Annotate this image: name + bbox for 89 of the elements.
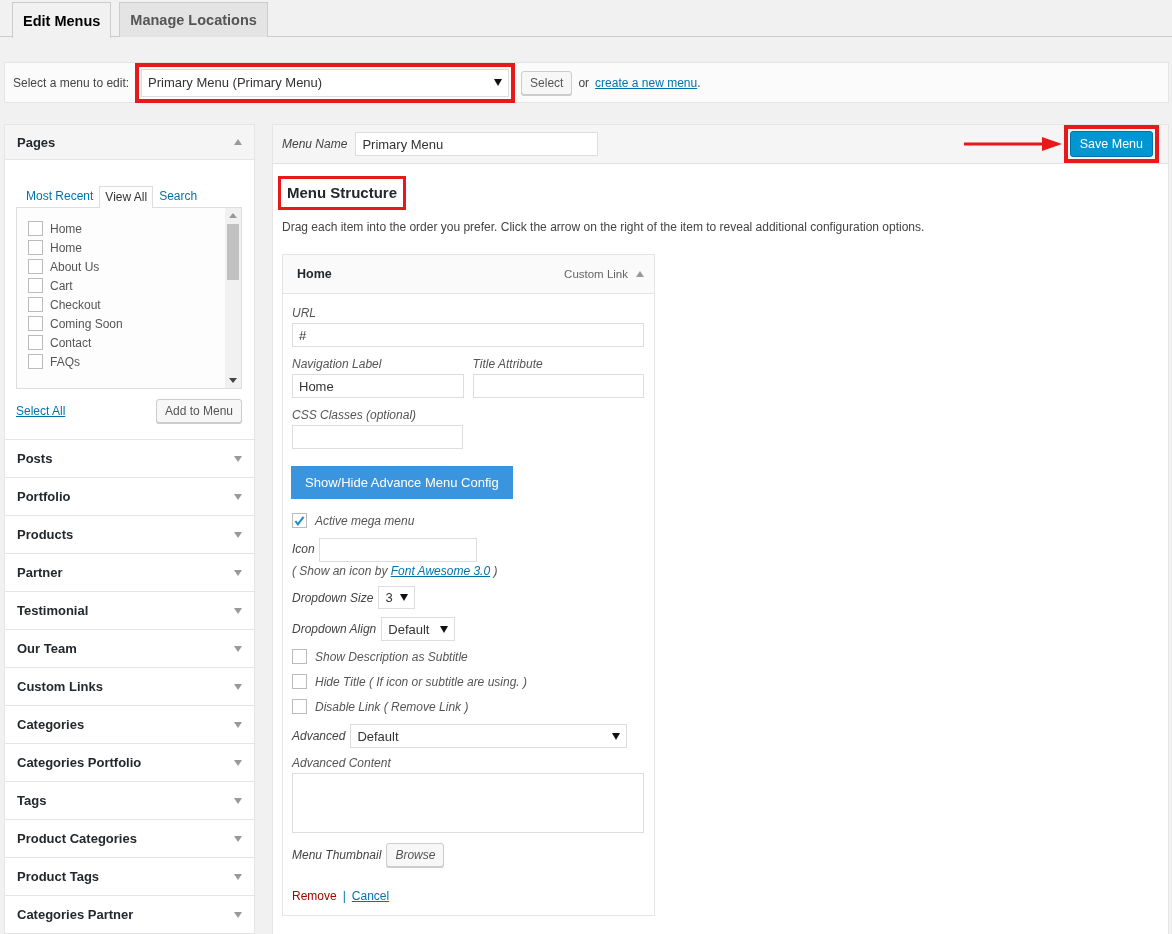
- help-text: Drag each item into the order you prefer. Click the arrow on the right of the item to reveal additional configuration options.: [282, 220, 926, 234]
- option-label: Hide Title ( If icon or subtitle are using. ): [315, 674, 527, 689]
- panel-tab[interactable]: View All: [99, 186, 154, 208]
- menu-item-header[interactable]: Home Custom Link: [283, 255, 654, 294]
- caret-icon: [440, 625, 449, 633]
- option-label: Show Description as Subtitle: [315, 649, 468, 664]
- toggle-arrow-icon: [636, 271, 644, 277]
- checkbox[interactable]: [28, 316, 43, 331]
- toggle-arrow-icon: [234, 139, 242, 145]
- menu-name-field[interactable]: Primary Menu: [355, 132, 599, 156]
- item-title: Home: [297, 267, 332, 281]
- nav-tab[interactable]: Edit Menus: [12, 2, 112, 38]
- icon-hint: ( Show an icon by Font Awesome 3.0 ): [292, 564, 499, 578]
- icon-label: Icon: [292, 542, 315, 557]
- toggle-arrow-icon: [234, 607, 242, 614]
- advanced-content-textarea[interactable]: [292, 773, 644, 833]
- page-name: Home: [50, 221, 82, 236]
- advanced-select[interactable]: Default: [350, 724, 627, 748]
- toggle-arrow-icon: [234, 531, 242, 538]
- toggle-arrow-icon: [234, 569, 242, 576]
- page-name: FAQs: [50, 354, 80, 369]
- caret-icon: [494, 79, 503, 86]
- dropdown-size-label: Dropdown Size: [292, 590, 374, 605]
- field-label: Navigation Label: [292, 357, 383, 371]
- page-name: Contact: [50, 335, 92, 350]
- accordion-header[interactable]: Pages: [5, 125, 254, 160]
- toggle-arrow-icon: [234, 455, 242, 462]
- caret-icon: [612, 732, 620, 740]
- checkbox[interactable]: [28, 297, 43, 312]
- option-label: Disable Link ( Remove Link ): [315, 699, 469, 714]
- toggle-arrow-icon: [234, 683, 242, 690]
- page-name: Checkout: [50, 297, 101, 312]
- select-all-link[interactable]: Select All: [16, 404, 66, 418]
- page-name: Coming Soon: [50, 316, 123, 331]
- checkbox[interactable]: [28, 354, 43, 369]
- panel-tab[interactable]: Search: [153, 185, 204, 207]
- advanced-label: Advanced: [292, 729, 346, 743]
- cancel-link[interactable]: Cancel: [351, 889, 390, 903]
- add-to-menu-button[interactable]: Add to Menu: [155, 399, 242, 423]
- remove-link[interactable]: Remove: [292, 889, 337, 903]
- menu-dropdown[interactable]: Primary Menu (Primary Menu): [141, 68, 510, 97]
- caret-icon: [400, 594, 409, 601]
- checkbox[interactable]: [292, 699, 307, 714]
- checkbox[interactable]: [28, 278, 43, 293]
- navigation-label-field[interactable]: Home: [292, 374, 464, 398]
- toggle-arrow-icon: [234, 721, 242, 728]
- page-name: About Us: [50, 259, 100, 274]
- icon-field[interactable]: [318, 538, 477, 562]
- checkbox[interactable]: [28, 335, 43, 350]
- select-button[interactable]: Select: [521, 70, 573, 95]
- menu-name-label: Menu Name: [282, 137, 348, 151]
- field-label: CSS Classes (optional): [292, 408, 418, 422]
- dropdown-align-label: Dropdown Align: [292, 622, 377, 636]
- title-attribute-field[interactable]: [472, 374, 644, 398]
- separator-text: |: [342, 889, 346, 903]
- checkbox[interactable]: [28, 221, 43, 236]
- scrollbar[interactable]: [225, 208, 241, 388]
- toggle-arrow-icon: [234, 873, 242, 880]
- nav-tab[interactable]: Manage Locations: [119, 2, 268, 37]
- select-label: Select a menu to edit:: [13, 75, 130, 90]
- panel-tab[interactable]: Most Recent: [20, 185, 100, 207]
- field-label: URL: [292, 306, 317, 320]
- checkbox[interactable]: [292, 674, 307, 689]
- toggle-arrow-icon: [234, 759, 242, 766]
- toggle-arrow-icon: [234, 835, 242, 842]
- checkbox[interactable]: [292, 513, 307, 528]
- page-name: Home: [50, 240, 82, 255]
- url-field[interactable]: #: [292, 323, 644, 347]
- thumbnail-label: Menu Thumbnail: [292, 848, 382, 862]
- option-label: Active mega menu: [315, 513, 415, 528]
- field-label: Title Attribute: [472, 357, 544, 371]
- browse-button[interactable]: Browse: [386, 843, 445, 867]
- checkbox[interactable]: [28, 240, 43, 255]
- or-text: or: [578, 75, 590, 90]
- page-name: Cart: [50, 278, 73, 293]
- toggle-arrow-icon: [234, 797, 242, 804]
- item-type: Custom Link: [564, 268, 628, 280]
- toggle-arrow-icon: [234, 645, 242, 652]
- font-awesome-link[interactable]: Font Awesome 3.0: [390, 564, 491, 578]
- toggle-arrow-icon: [234, 911, 242, 918]
- css-classes-field[interactable]: [292, 425, 463, 449]
- field-label: Advanced Content: [292, 756, 392, 770]
- toggle-arrow-icon: [234, 493, 242, 500]
- checkbox[interactable]: [28, 259, 43, 274]
- checkbox[interactable]: [292, 649, 307, 664]
- dropdown-size-select[interactable]: 3: [378, 586, 416, 609]
- period-text: .: [697, 75, 701, 90]
- dropdown-align-select[interactable]: Default: [381, 617, 456, 641]
- section-heading: Menu Structure: [278, 176, 406, 210]
